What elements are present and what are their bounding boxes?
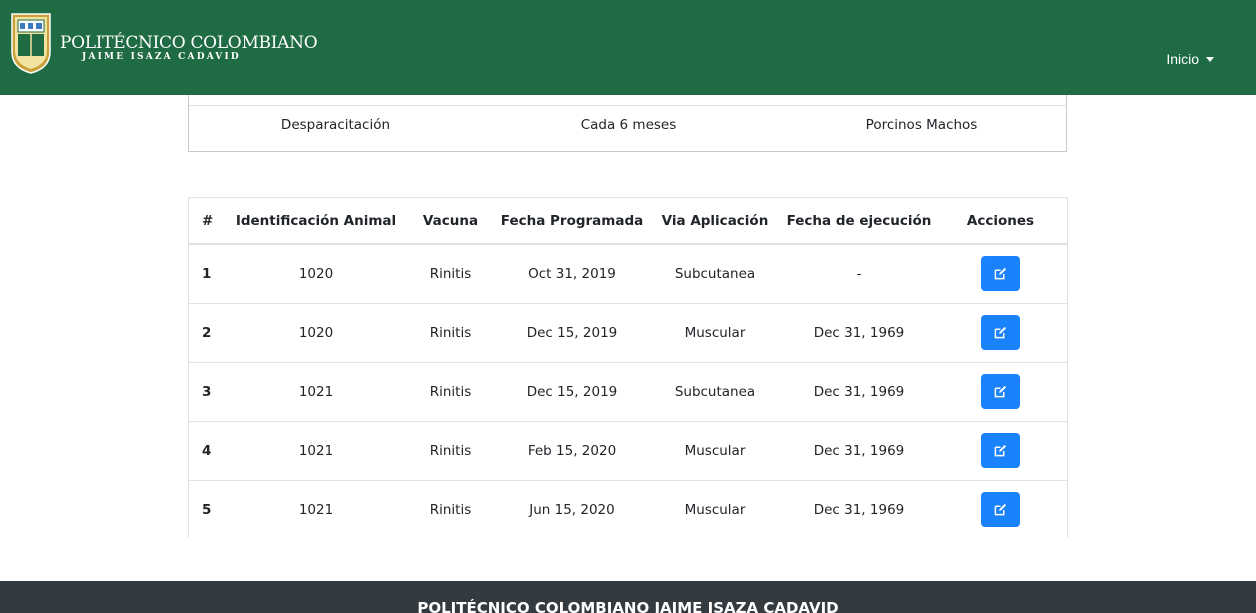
cell-via: Subcutanea xyxy=(646,244,784,304)
table-row: 2 1020 Rinitis Dec 15, 2019 Muscular Dec 31, … xyxy=(189,303,1067,363)
cell-animal: 1020 xyxy=(229,303,403,363)
inicio-label: Inicio xyxy=(1166,51,1199,67)
edit-icon xyxy=(994,268,1007,280)
cell-ejecucion: Dec 31, 1969 xyxy=(784,303,934,363)
cell-acciones xyxy=(934,421,1067,481)
brand-title: POLITÉCNICO COLOMBIANO xyxy=(60,33,318,53)
caret-down-icon xyxy=(1206,56,1214,62)
cell-acciones xyxy=(934,303,1067,363)
cell-via: Muscular xyxy=(646,480,784,538)
table-header-row: # Identificación Animal Vacuna Fecha Pro… xyxy=(189,198,1067,245)
cell-vacuna: Rinitis xyxy=(403,362,498,422)
cell-animal: 1021 xyxy=(229,421,403,481)
column-header-acciones: Acciones xyxy=(934,198,1067,245)
cell-animal: 1020 xyxy=(229,244,403,304)
column-header-via-aplicacion: Via Aplicación xyxy=(646,198,784,245)
cell-programada: Dec 15, 2019 xyxy=(498,303,646,363)
table-row: 5 1021 Rinitis Jun 15, 2020 Muscular Dec 31, … xyxy=(189,480,1067,538)
vaccination-table: # Identificación Animal Vacuna Fecha Pro… xyxy=(188,197,1068,538)
edit-icon xyxy=(994,385,1007,398)
edit-icon xyxy=(994,444,1007,457)
edit-button[interactable] xyxy=(981,256,1020,292)
column-header-vacuna: Vacuna xyxy=(403,198,498,245)
brand-subtitle: JAIME ISAZA CADAVID xyxy=(82,52,241,62)
column-header-fecha-ejecucion: Fecha de ejecución xyxy=(784,198,934,245)
cell-programada: Feb 15, 2020 xyxy=(498,421,646,481)
edit-button[interactable] xyxy=(981,374,1020,409)
edit-icon xyxy=(994,326,1007,339)
column-header-animal: Identificación Animal xyxy=(229,198,403,245)
cell-animal: 1021 xyxy=(229,480,403,538)
cell-ejecucion: Dec 31, 1969 xyxy=(784,480,934,538)
cell-ejecucion: - xyxy=(784,244,934,304)
navbar: POLITÉCNICO COLOMBIANO JAIME ISAZA CADAV… xyxy=(0,0,1256,95)
summary-tratamiento: Desparacitación xyxy=(280,117,391,133)
summary-divider xyxy=(189,105,1066,106)
cell-num: 3 xyxy=(189,362,229,422)
cell-via: Subcutanea xyxy=(646,362,784,422)
cell-vacuna: Rinitis xyxy=(403,480,498,538)
cell-via: Muscular xyxy=(646,421,784,481)
cell-num: 5 xyxy=(189,480,229,538)
summary-grupo: Porcinos Machos xyxy=(865,117,978,133)
cell-programada: Oct 31, 2019 xyxy=(498,244,646,304)
cell-acciones xyxy=(934,362,1067,422)
footer-text: POLITÉCNICO COLOMBIANO JAIME ISAZA CADAV… xyxy=(417,599,839,613)
cell-vacuna: Rinitis xyxy=(403,421,498,481)
edit-icon xyxy=(994,503,1007,516)
brand-link[interactable]: POLITÉCNICO COLOMBIANO JAIME ISAZA CADAV… xyxy=(10,12,318,74)
table-row: 4 1021 Rinitis Feb 15, 2020 Muscular Dec 31, … xyxy=(189,421,1067,481)
summary-table: Desparacitación Cada 6 meses Porcinos Ma… xyxy=(188,95,1067,152)
cell-num: 1 xyxy=(189,244,229,304)
summary-frecuencia: Cada 6 meses xyxy=(580,117,677,133)
cell-animal: 1021 xyxy=(229,362,403,422)
column-header-fecha-programada: Fecha Programada xyxy=(498,198,646,245)
cell-via: Muscular xyxy=(646,303,784,363)
edit-button[interactable] xyxy=(981,492,1020,527)
cell-programada: Jun 15, 2020 xyxy=(498,480,646,538)
cell-num: 2 xyxy=(189,303,229,363)
edit-button[interactable] xyxy=(981,433,1020,468)
cell-ejecucion: Dec 31, 1969 xyxy=(784,362,934,422)
cell-acciones xyxy=(934,480,1067,538)
edit-button[interactable] xyxy=(981,315,1020,350)
cell-vacuna: Rinitis xyxy=(403,244,498,304)
footer: POLITÉCNICO COLOMBIANO JAIME ISAZA CADAV… xyxy=(0,581,1256,613)
cell-ejecucion: Dec 31, 1969 xyxy=(784,421,934,481)
cell-programada: Dec 15, 2019 xyxy=(498,362,646,422)
inicio-dropdown[interactable]: Inicio xyxy=(1166,51,1214,67)
column-header-number: # xyxy=(189,198,229,245)
crest-logo xyxy=(10,12,52,74)
table-row: 1 1020 Rinitis Oct 31, 2019 Subcutanea - xyxy=(189,244,1067,304)
cell-acciones xyxy=(934,244,1067,304)
table-row: 3 1021 Rinitis Dec 15, 2019 Subcutanea Dec 31… xyxy=(189,362,1067,422)
cell-vacuna: Rinitis xyxy=(403,303,498,363)
cell-num: 4 xyxy=(189,421,229,481)
